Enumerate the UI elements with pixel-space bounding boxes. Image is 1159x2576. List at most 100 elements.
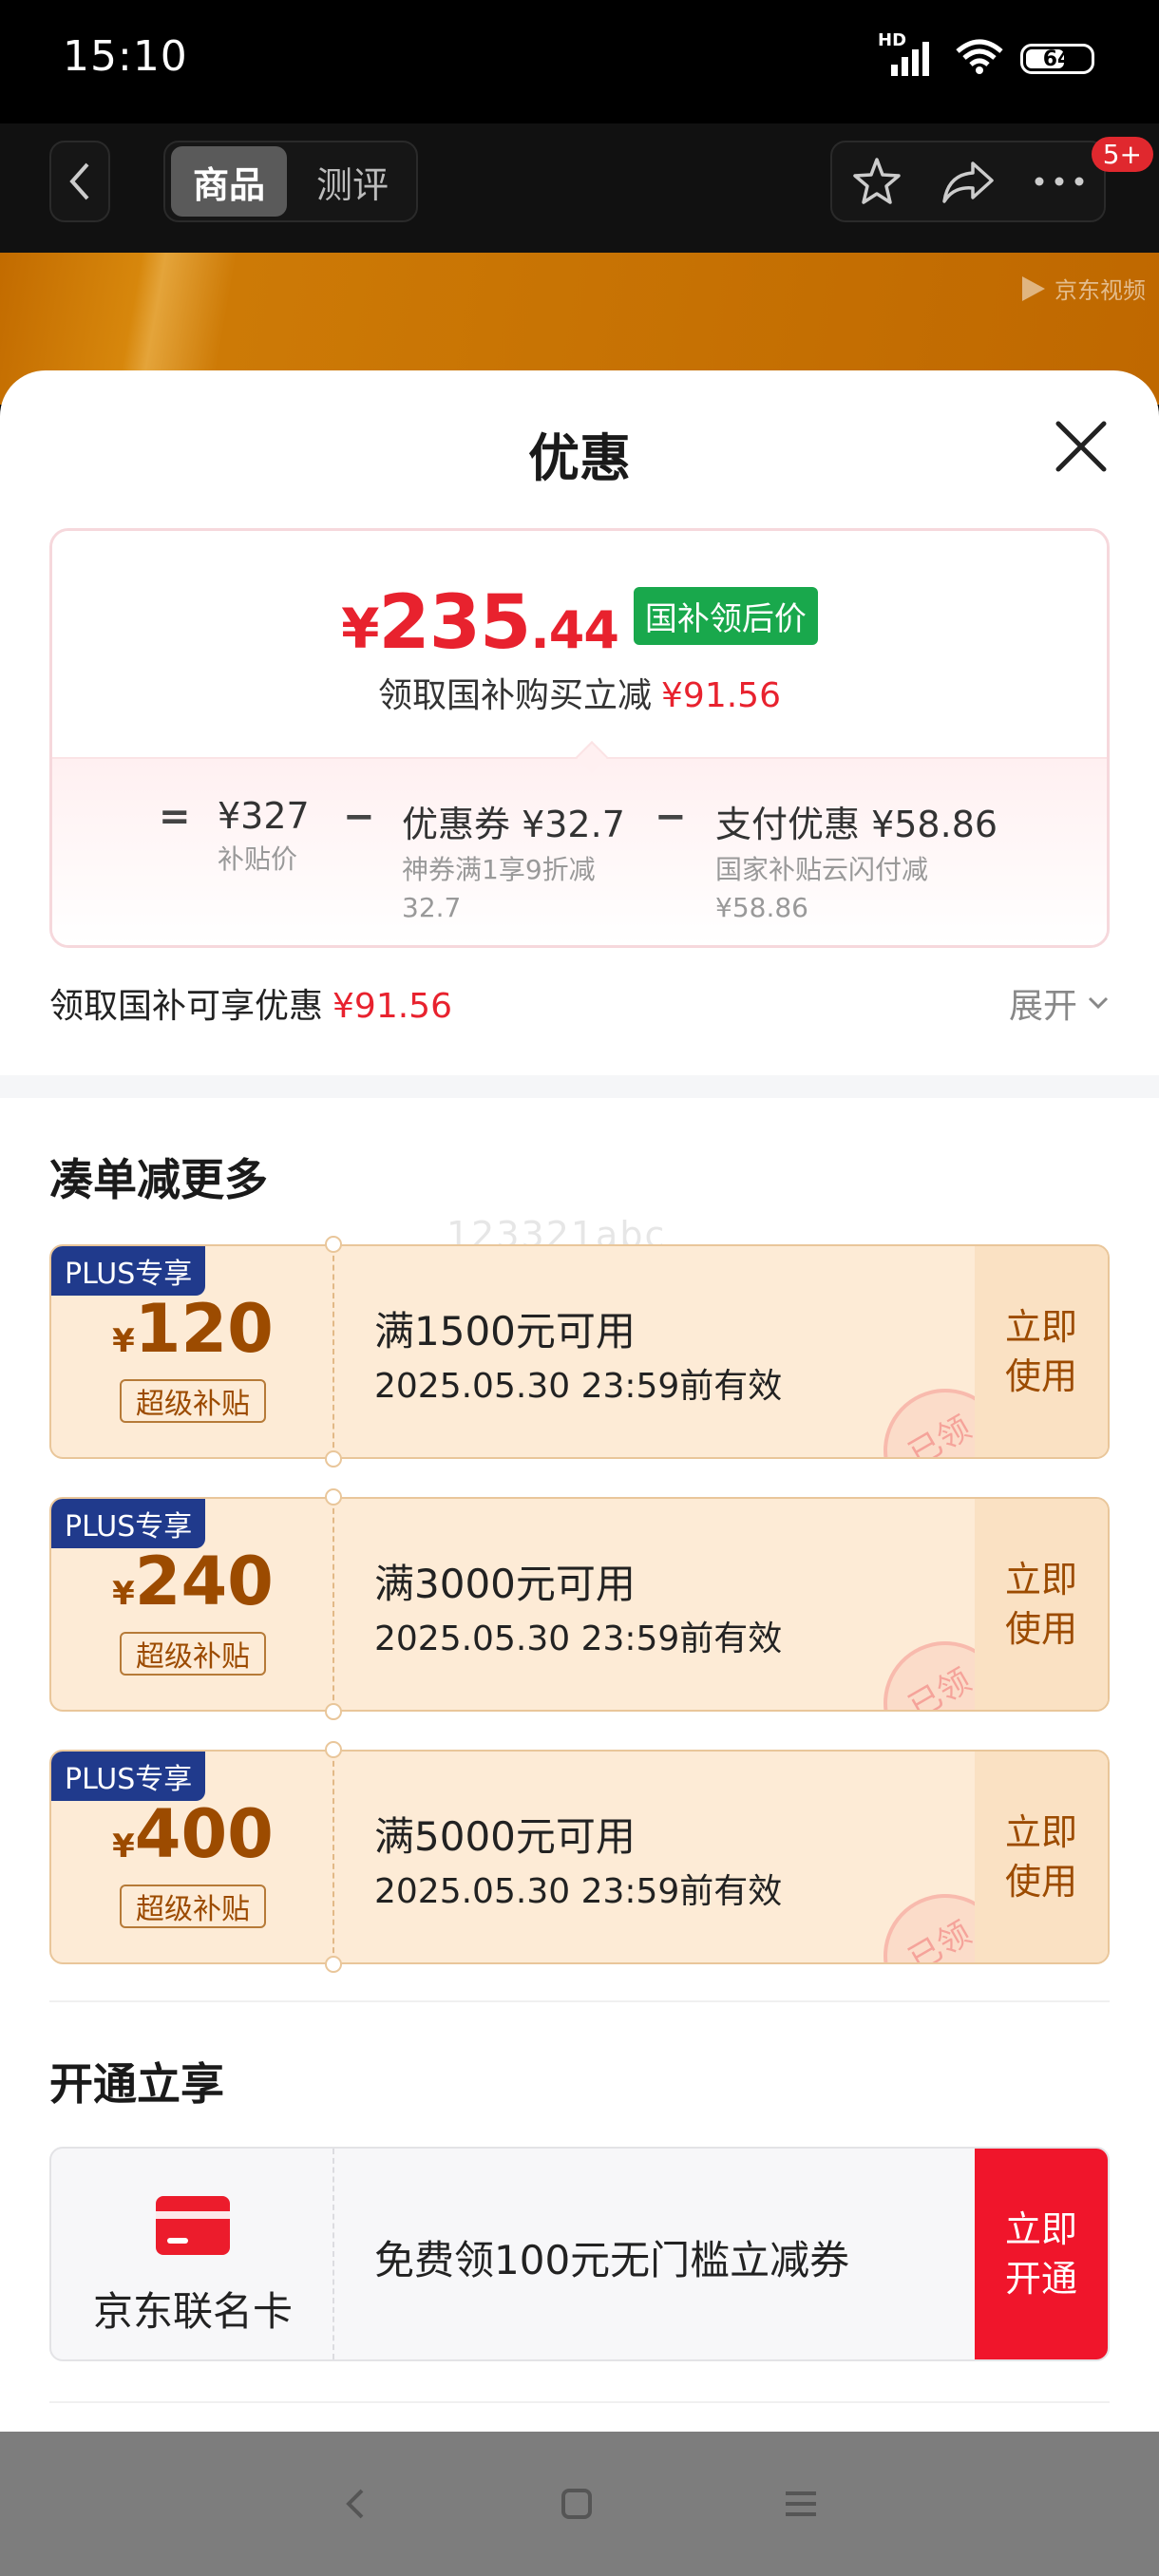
- coupon-punch: [325, 1703, 342, 1720]
- credit-card-icon: [156, 2196, 230, 2255]
- wifi-icon: [954, 38, 1005, 80]
- battery-level: 64: [1042, 47, 1073, 71]
- system-back-icon[interactable]: [341, 2485, 370, 2523]
- discount-sheet: 优惠 ¥235.44 国补领后价 领取国补购买立减 ¥91.56 = ¥327 补…: [0, 370, 1159, 2432]
- chevron-left-icon: [69, 162, 89, 200]
- coupon-badge: 超级补贴: [120, 1632, 266, 1676]
- price-subtitle: 领取国补购买立减 ¥91.56: [52, 668, 1107, 717]
- use-now-button[interactable]: 立即 使用: [975, 1752, 1108, 1962]
- coupon-amount-value: 400: [134, 1795, 274, 1873]
- share-icon[interactable]: [940, 158, 996, 205]
- coupon-expiry: 2025.05.30 23:59前有效: [374, 1367, 783, 1406]
- close-icon[interactable]: [1053, 418, 1110, 475]
- subsidy-discount-row[interactable]: 领取国补可享优惠 ¥91.56 展开: [49, 978, 1110, 1035]
- system-menu-icon[interactable]: [784, 2489, 818, 2519]
- open-now-line-2: 开通: [1004, 2258, 1077, 2300]
- use-now-line-2: 使用: [1004, 1861, 1077, 1903]
- coupon-amount: ¥120: [51, 1290, 334, 1368]
- status-bar: 15:10 HD 64: [0, 0, 1159, 123]
- system-home-icon[interactable]: [560, 2487, 594, 2521]
- product-nav-bar: 商品 测评 5+: [0, 123, 1159, 253]
- calc-payment-desc: 国家补贴云闪付减: [715, 854, 929, 885]
- coupon-condition: 满1500元可用: [374, 1308, 636, 1354]
- open-now-button[interactable]: 立即 开通: [975, 2149, 1108, 2359]
- coupon-amount: ¥400: [51, 1795, 334, 1873]
- section-title-more: 凑单减更多: [49, 1154, 268, 1205]
- more-icon[interactable]: [1034, 176, 1085, 187]
- product-tabs: 商品 测评: [163, 141, 418, 222]
- final-price: ¥235.44 国补领后价: [52, 580, 1107, 666]
- discount-label: 领取国补可享优惠: [49, 987, 324, 1026]
- use-now-button[interactable]: 立即 使用: [975, 1246, 1108, 1457]
- chevron-down-icon: [1088, 996, 1109, 1010]
- card-name: 京东联名卡: [92, 2288, 293, 2335]
- coupon-expiry: 2025.05.30 23:59前有效: [374, 1619, 783, 1658]
- coupon-currency: ¥: [112, 1575, 135, 1613]
- price-integer: 235: [378, 580, 531, 666]
- back-button[interactable]: [49, 141, 110, 222]
- tab-review[interactable]: 测评: [294, 146, 410, 217]
- coupon-amount-value: 120: [134, 1290, 274, 1368]
- coupon-punch: [325, 1488, 342, 1506]
- section-divider: [0, 1075, 1159, 1098]
- calc-payment-value: 支付优惠 ¥58.86: [715, 804, 998, 845]
- discount-amount: ¥91.56: [332, 987, 452, 1026]
- price-sub-amount: ¥91.56: [661, 676, 781, 715]
- subsidy-price-tag: 国补领后价: [633, 586, 818, 645]
- jd-video-logo: 京东视频: [1016, 272, 1146, 305]
- section-title-open: 开通立享: [49, 2058, 224, 2110]
- co-brand-card-promo: 京东联名卡 免费领100元无门槛立减券 立即开通: [49, 2147, 1110, 2361]
- notification-badge: 5+: [1091, 137, 1153, 172]
- tab-product[interactable]: 商品: [171, 146, 287, 217]
- signal-icon: HD: [878, 30, 939, 78]
- price-decimal: .44: [530, 600, 619, 660]
- status-icons: HD 64: [878, 30, 1094, 80]
- coupon-card: PLUS专享 ¥120 超级补贴 满1500元可用 2025.05.30 23:…: [49, 1244, 1110, 1459]
- minus-sign: −: [343, 795, 375, 839]
- coupon-currency: ¥: [112, 1322, 135, 1360]
- coupon-punch: [325, 1741, 342, 1758]
- coupon-expiry: 2025.05.30 23:59前有效: [374, 1872, 783, 1911]
- use-now-line-1: 立即: [1004, 1559, 1077, 1601]
- status-time: 15:10: [63, 32, 188, 81]
- price-sub-label: 领取国补购买立减: [378, 676, 653, 715]
- promo-text: 免费领100元无门槛立减券: [374, 2237, 850, 2283]
- calc-base: ¥327 补贴价: [218, 795, 310, 879]
- coupon-amount: ¥240: [51, 1543, 334, 1620]
- expand-button[interactable]: 展开: [1009, 978, 1110, 1028]
- jd-video-text: 京东视频: [1054, 277, 1146, 304]
- coupon-punch: [325, 1236, 342, 1253]
- play-icon: [1022, 275, 1045, 301]
- minus-sign: −: [655, 795, 687, 839]
- plus-tag: PLUS专享: [51, 1752, 206, 1801]
- expand-label: 展开: [1008, 987, 1077, 1026]
- coupon-amount-value: 240: [134, 1543, 274, 1620]
- open-now-line-1: 立即: [1004, 2208, 1077, 2250]
- plus-tag: PLUS专享: [51, 1246, 206, 1296]
- coupon-badge: 超级补贴: [120, 1885, 266, 1928]
- system-nav-bar: [0, 2432, 1159, 2576]
- divider: [49, 2000, 1110, 2002]
- star-icon[interactable]: [851, 156, 902, 207]
- sheet-title: 优惠: [528, 428, 631, 488]
- calc-payment: 支付优惠 ¥58.86 国家补贴云闪付减 ¥58.86: [715, 795, 998, 927]
- price-calc: = ¥327 补贴价 − 优惠券 ¥32.7 神券满1享9折减 32.7 − 支…: [52, 757, 1107, 945]
- calc-coupon-desc-2: 32.7: [402, 892, 462, 923]
- price-currency: ¥: [341, 597, 379, 661]
- coupon-condition: 满3000元可用: [374, 1561, 636, 1607]
- equals-sign: =: [159, 795, 191, 839]
- divider: [49, 2401, 1110, 2403]
- use-now-button[interactable]: 立即 使用: [975, 1499, 1108, 1710]
- coupon-currency: ¥: [112, 1828, 135, 1866]
- calc-coupon-value: 优惠券 ¥32.7: [402, 804, 625, 845]
- price-breakdown-card: ¥235.44 国补领后价 领取国补购买立减 ¥91.56 = ¥327 补贴价 …: [49, 528, 1110, 948]
- use-now-line-2: 使用: [1004, 1608, 1077, 1650]
- network-label: HD: [878, 30, 907, 50]
- coupon-badge: 超级补贴: [120, 1379, 266, 1423]
- plus-tag: PLUS专享: [51, 1499, 206, 1548]
- battery-icon: 64: [1020, 44, 1094, 74]
- coupon-card: PLUS专享 ¥400 超级补贴 满5000元可用 2025.05.30 23:…: [49, 1750, 1110, 1964]
- nav-actions: [830, 141, 1106, 222]
- coupon-punch: [325, 1450, 342, 1468]
- coupon-card: PLUS专享 ¥240 超级补贴 满3000元可用 2025.05.30 23:…: [49, 1497, 1110, 1712]
